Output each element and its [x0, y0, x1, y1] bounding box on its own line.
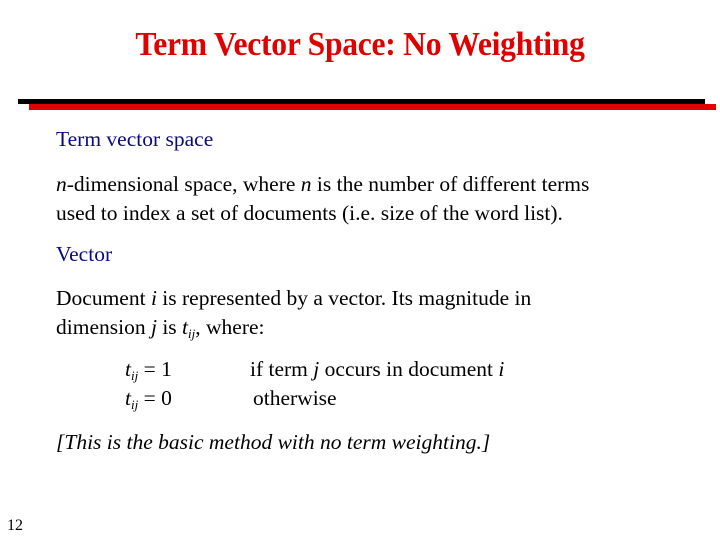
text: dimension: [56, 315, 151, 339]
formula-1-condition: if term j occurs in document i: [250, 355, 504, 384]
var-n: n: [56, 172, 67, 196]
formula-2-lhs: tij = 0: [125, 384, 172, 413]
text: -dimensional space, where: [66, 172, 301, 196]
equals-one: = 1: [138, 357, 172, 381]
text: , where:: [195, 315, 265, 339]
text: if term: [250, 357, 314, 381]
heading-vector: Vector: [56, 242, 113, 266]
heading-term-vector-space: Term vector space: [56, 127, 214, 151]
term-vector-space-line-2: used to index a set of documents (i.e. s…: [56, 201, 563, 225]
var-n: n: [300, 172, 312, 196]
text: Document: [56, 286, 151, 310]
text: is the number of different terms: [311, 172, 590, 196]
slide-title: Term Vector Space: No Weighting: [135, 26, 585, 63]
equals-zero: = 0: [138, 386, 172, 410]
vector-line-2: dimension j is tij, where:: [56, 313, 265, 342]
title-divider-red: [29, 104, 716, 110]
text: occurs in document: [319, 357, 499, 381]
term-vector-space-line-1: n-dimensional space, where n is the numb…: [56, 170, 589, 199]
note: [This is the basic method with no term w…: [56, 430, 491, 454]
var-i: i: [498, 357, 505, 381]
vector-line-1: Document i is represented by a vector. I…: [56, 284, 531, 313]
formula-1-lhs: tij = 1: [125, 355, 172, 384]
text: is: [156, 315, 183, 339]
page-number: 12: [7, 517, 23, 534]
formula-2-condition: otherwise: [253, 386, 337, 410]
text: is represented by a vector. Its magnitud…: [156, 286, 532, 310]
